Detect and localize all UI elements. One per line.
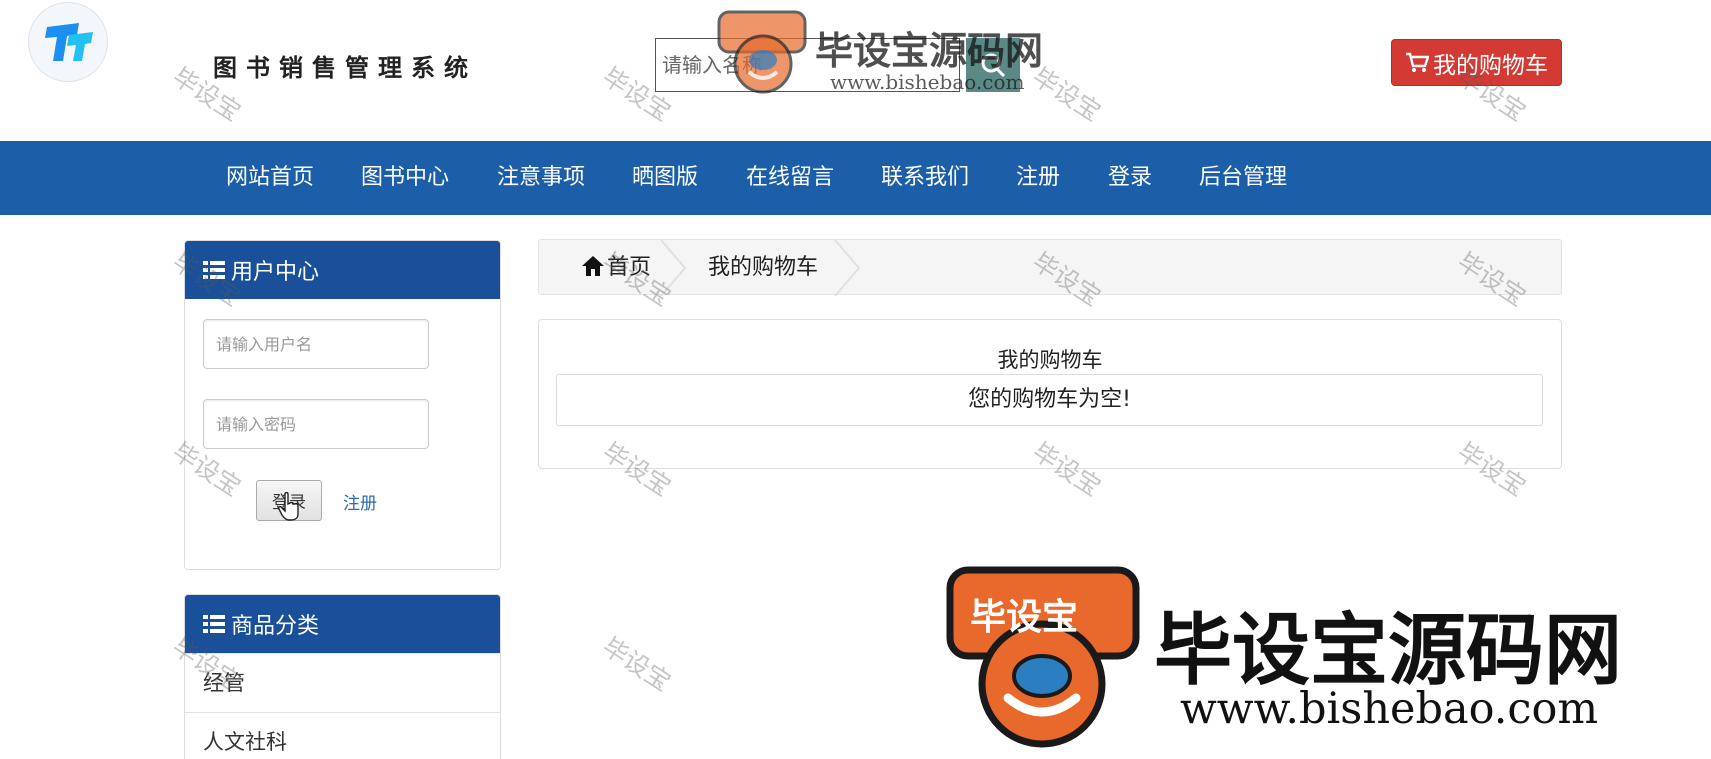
- list-icon: [203, 615, 225, 633]
- user-center-header: 用户中心: [185, 241, 500, 299]
- main-nav: 网站首页 图书中心 注意事项 晒图版 在线留言 联系我们 注册 登录 后台管理: [0, 141, 1711, 215]
- breadcrumb-current: 我的购物车: [708, 255, 819, 280]
- cart-empty-message: 您的购物车为空!: [556, 374, 1543, 426]
- register-link[interactable]: 注册: [343, 489, 377, 514]
- category-item-management[interactable]: 经管: [185, 653, 500, 712]
- brand-watermark-small: 毕设宝源码网 www.bishebao.com: [715, 8, 1085, 98]
- nav-item-messages[interactable]: 在线留言: [746, 141, 834, 215]
- my-cart-button[interactable]: 我的购物车: [1391, 39, 1562, 86]
- brand-mascot-icon: [717, 10, 807, 94]
- hand-cursor-icon: [278, 492, 299, 521]
- breadcrumb-home[interactable]: 首页: [607, 240, 651, 296]
- category-panel: 商品分类 经管 人文社科: [184, 594, 501, 759]
- nav-item-contact[interactable]: 联系我们: [881, 141, 969, 215]
- breadcrumb-separator: [834, 240, 861, 296]
- cart-button-label: 我的购物车: [1433, 52, 1548, 79]
- password-field[interactable]: [203, 399, 429, 449]
- watermark: 毕设宝: [597, 631, 677, 697]
- brand-watermark-large: 毕设宝 毕设宝源码网 www.bishebao.com: [922, 552, 1711, 759]
- user-center-title: 用户中心: [231, 260, 320, 285]
- cart-icon: [1406, 52, 1429, 72]
- site-title: 图书销售管理系统: [213, 53, 477, 82]
- page: 图书销售管理系统 我的购物车 网站首页 图书中心 注意事项 晒图版 在线留言 联…: [0, 0, 1711, 759]
- breadcrumb: 首页 我的购物车: [538, 239, 1562, 296]
- list-icon: [203, 261, 225, 279]
- category-title: 商品分类: [231, 614, 320, 639]
- brand-badge-text: 毕设宝: [970, 597, 1079, 638]
- nav-item-login[interactable]: 登录: [1108, 141, 1152, 215]
- category-header: 商品分类: [185, 595, 500, 653]
- nav-item-photo-board[interactable]: 晒图版: [632, 141, 698, 215]
- breadcrumb-separator: [660, 240, 687, 296]
- brand-url-large: www.bishebao.com: [1180, 684, 1599, 734]
- nav-item-home[interactable]: 网站首页: [226, 141, 314, 215]
- cart-heading: 我的购物车: [997, 348, 1103, 372]
- nav-item-notices[interactable]: 注意事项: [497, 141, 585, 215]
- brand-name-small: 毕设宝源码网: [815, 29, 1044, 73]
- nav-item-book-center[interactable]: 图书中心: [361, 141, 449, 215]
- nav-item-admin[interactable]: 后台管理: [1199, 141, 1287, 215]
- app-logo-icon[interactable]: [28, 2, 108, 82]
- nav-item-register[interactable]: 注册: [1016, 141, 1060, 215]
- category-item-humanities[interactable]: 人文社科: [185, 712, 500, 759]
- brand-url-small: www.bishebao.com: [830, 70, 1025, 94]
- username-field[interactable]: [203, 319, 429, 369]
- user-center-panel: 用户中心 登录 注册: [184, 240, 501, 570]
- cart-panel: 我的购物车 您的购物车为空!: [538, 319, 1562, 469]
- home-icon: [582, 256, 604, 276]
